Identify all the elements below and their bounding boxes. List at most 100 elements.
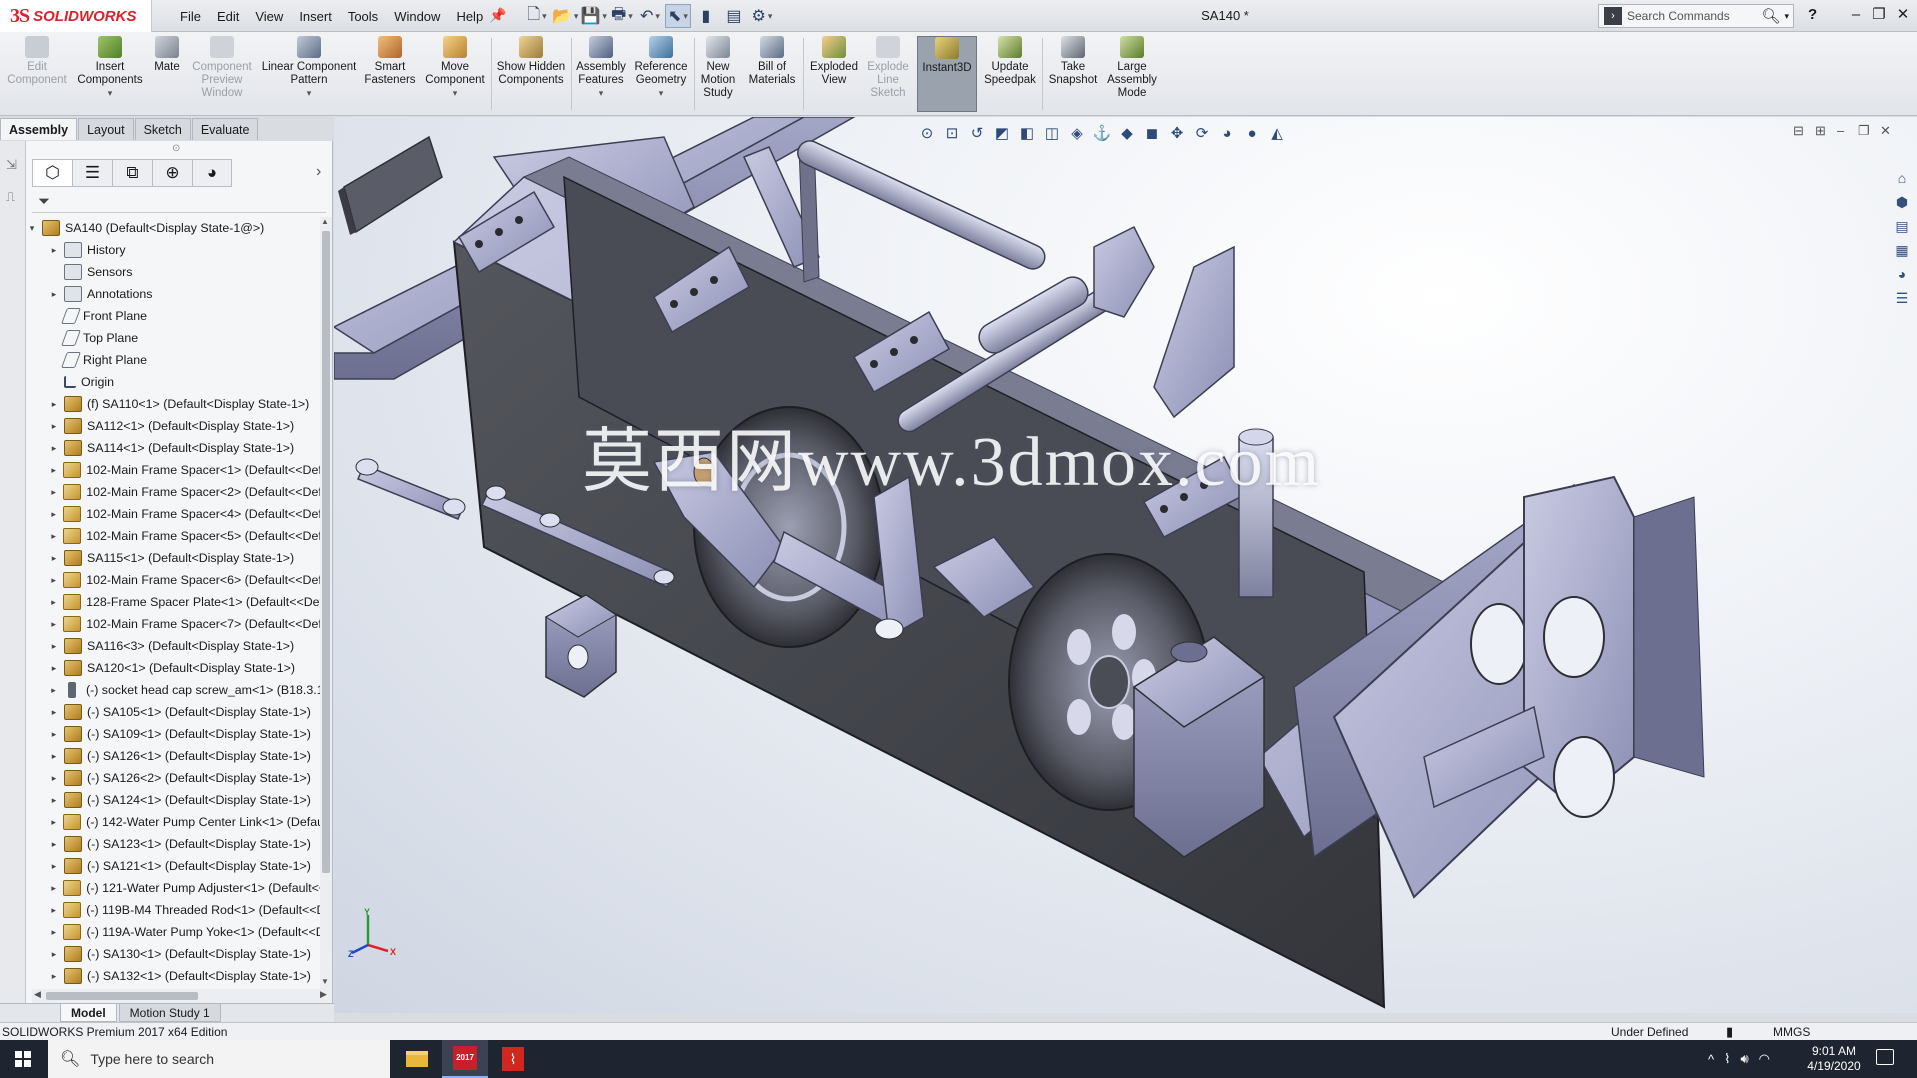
- tree-item[interactable]: ▸ 128-Frame Spacer Plate<1> (Default<<Def…: [26, 591, 320, 613]
- file-explorer-icon[interactable]: ▦: [1891, 240, 1913, 260]
- options-gear-icon[interactable]: ⚙: [749, 4, 775, 28]
- menu-file[interactable]: File: [172, 9, 209, 24]
- viewport-minimize-icon[interactable]: –: [1837, 123, 1844, 138]
- property-manager-tab-icon[interactable]: ☰: [72, 159, 112, 187]
- tree-item[interactable]: ▸ History: [26, 239, 320, 261]
- viewport-split-icon[interactable]: ⊞: [1815, 123, 1826, 139]
- help-icon[interactable]: ?: [1808, 6, 1817, 23]
- view-settings-icon[interactable]: ●: [1241, 122, 1263, 144]
- tab-model[interactable]: Model: [60, 1004, 117, 1022]
- menu-tools[interactable]: Tools: [340, 9, 386, 24]
- search-icon[interactable]: 🔍︎: [1761, 7, 1780, 25]
- appearances-scenes-icon[interactable]: ◕: [1891, 264, 1913, 284]
- dynamic-annotation-icon[interactable]: ◧: [1016, 122, 1038, 144]
- zoom-to-area-icon[interactable]: ⊡: [941, 122, 963, 144]
- scroll-up-arrow[interactable]: ▲: [321, 217, 329, 226]
- sketch-toggle-icon[interactable]: ⎍: [6, 189, 15, 205]
- tree-item[interactable]: Front Plane: [26, 305, 320, 327]
- tree-filter-row[interactable]: ⏷: [32, 191, 326, 213]
- chevron-right-icon[interactable]: ›: [316, 163, 321, 181]
- large-assembly-mode-button[interactable]: Large Assembly Mode: [1104, 36, 1160, 100]
- reference-geometry-button[interactable]: Reference Geometry ▾: [632, 36, 690, 100]
- exploded-view-button[interactable]: Exploded View: [806, 36, 862, 87]
- tree-item[interactable]: ▸ (-) 119A-Water Pump Yoke<1> (Default<<D…: [26, 921, 320, 943]
- tree-item[interactable]: ▸ 102-Main Frame Spacer<2> (Default<<Defa…: [26, 481, 320, 503]
- minimize-button[interactable]: –: [1844, 4, 1868, 26]
- tree-item[interactable]: ▸ (-) SA132<1> (Default<Display State-1>): [26, 965, 320, 987]
- tree-item[interactable]: ▸ (-) socket head cap screw_am<1> (B18.3.…: [26, 679, 320, 701]
- select-cursor-icon[interactable]: ⬉: [664, 4, 691, 28]
- tab-sketch[interactable]: Sketch: [134, 118, 191, 140]
- close-button[interactable]: ✕: [1891, 4, 1915, 26]
- assembly-features-button[interactable]: Assembly Features ▾: [574, 36, 628, 100]
- tree-expand-arrow[interactable]: ▸: [48, 839, 60, 850]
- tab-motion-study[interactable]: Motion Study 1: [118, 1004, 221, 1022]
- tree-item[interactable]: ▸ 102-Main Frame Spacer<1> (Default<<Defa…: [26, 459, 320, 481]
- display-manager-tab-icon[interactable]: ◕: [192, 159, 232, 187]
- tree-expand-arrow[interactable]: ▸: [48, 619, 59, 630]
- tree-expand-arrow[interactable]: ▸: [48, 465, 59, 476]
- appearance-color-icon[interactable]: ◕: [1216, 122, 1238, 144]
- tree-expand-arrow[interactable]: ▸: [48, 663, 60, 674]
- tree-item[interactable]: ▸ 102-Main Frame Spacer<4> (Default<<Defa…: [26, 503, 320, 525]
- tree-item[interactable]: ▸ SA120<1> (Default<Display State-1>): [26, 657, 320, 679]
- menu-view[interactable]: View: [247, 9, 291, 24]
- tree-expand-arrow[interactable]: ▸: [48, 487, 59, 498]
- tree-item[interactable]: ▸ SA114<1> (Default<Display State-1>): [26, 437, 320, 459]
- view-orientation-icon[interactable]: ◫: [1041, 122, 1063, 144]
- component-preview-window-button[interactable]: Component Preview Window: [188, 36, 256, 100]
- pin-menu-icon[interactable]: 📌: [489, 7, 506, 24]
- tree-item[interactable]: Origin: [26, 371, 320, 393]
- assembly-model-render[interactable]: [334, 117, 1917, 1013]
- tree-expand-arrow[interactable]: ▸: [48, 861, 60, 872]
- tree-expand-arrow[interactable]: ▸: [48, 795, 60, 806]
- tree-item[interactable]: ▸ SA115<1> (Default<Display State-1>): [26, 547, 320, 569]
- acrobat-taskbar-icon[interactable]: ⌇: [490, 1040, 536, 1078]
- tree-item[interactable]: ▸ 102-Main Frame Spacer<6> (Default<<Defa…: [26, 569, 320, 591]
- tab-evaluate[interactable]: Evaluate: [191, 118, 259, 140]
- chevron-down-icon[interactable]: ▾: [632, 87, 690, 100]
- show-hidden-components-button[interactable]: Show Hidden Components: [494, 36, 568, 87]
- tree-item[interactable]: Top Plane: [26, 327, 320, 349]
- menu-insert[interactable]: Insert: [291, 9, 340, 24]
- rebuild-icon[interactable]: ▮: [693, 4, 719, 28]
- tree-item[interactable]: Right Plane: [26, 349, 320, 371]
- open-icon[interactable]: 📂: [552, 4, 578, 28]
- new-document-icon[interactable]: 🗋: [524, 4, 550, 28]
- tree-expand-arrow[interactable]: ▸: [48, 553, 60, 564]
- scroll-right-arrow[interactable]: ▶: [320, 989, 327, 1000]
- tree-item[interactable]: ▸ (-) 142-Water Pump Center Link<1> (Defa…: [26, 811, 320, 833]
- tree-expand-arrow[interactable]: ▸: [48, 443, 60, 454]
- tree-item[interactable]: Sensors: [26, 261, 320, 283]
- restore-button[interactable]: ❐: [1867, 4, 1891, 26]
- tree-item[interactable]: ▸ (-) SA124<1> (Default<Display State-1>): [26, 789, 320, 811]
- configuration-manager-tab-icon[interactable]: ⧉: [112, 159, 152, 187]
- volume-icon[interactable]: 🔊︎: [1740, 1051, 1748, 1067]
- tree-item[interactable]: ▸ (-) SA105<1> (Default<Display State-1>): [26, 701, 320, 723]
- file-properties-icon[interactable]: ▤: [721, 4, 747, 28]
- tree-expand-arrow[interactable]: ▸: [48, 575, 59, 586]
- chevron-down-icon[interactable]: ▾: [1784, 11, 1789, 22]
- tree-expand-arrow[interactable]: ▸: [48, 509, 59, 520]
- tree-item[interactable]: ▸ 102-Main Frame Spacer<7> (Default<<Defa…: [26, 613, 320, 635]
- filter-icon[interactable]: ⏷: [38, 193, 50, 210]
- chevron-down-icon[interactable]: ▾: [74, 87, 146, 100]
- new-motion-study-button[interactable]: New Motion Study: [697, 36, 739, 100]
- scrollbar-thumb[interactable]: [46, 992, 198, 1000]
- search-commands-box[interactable]: › Search Commands 🔍︎ ▾: [1598, 4, 1794, 28]
- tree-expand-arrow[interactable]: ▾: [26, 223, 38, 234]
- taskbar-clock[interactable]: 9:01 AM 4/19/2020: [1804, 1044, 1864, 1074]
- move-component-button[interactable]: Move Component ▾: [422, 36, 488, 100]
- tree-item[interactable]: ▸ 102-Main Frame Spacer<5> (Default<<Defa…: [26, 525, 320, 547]
- solidworks-logo[interactable]: 3S SOLIDWORKS: [0, 0, 152, 32]
- chevron-down-icon[interactable]: ▾: [260, 87, 358, 100]
- edit-appearance-icon[interactable]: ◆: [1116, 122, 1138, 144]
- update-speedpak-button[interactable]: Update Speedpak: [981, 36, 1039, 87]
- hide-show-items-icon[interactable]: ⚓: [1091, 122, 1113, 144]
- tree-expand-arrow[interactable]: ▸: [48, 685, 59, 696]
- chevron-down-icon[interactable]: ▾: [422, 87, 488, 100]
- tree-expand-arrow[interactable]: ▸: [48, 883, 59, 894]
- tree-expand-arrow[interactable]: ▸: [48, 531, 59, 542]
- zoom-to-fit-icon[interactable]: ⊙: [916, 122, 938, 144]
- feature-manager-tab-icon[interactable]: ⬡: [32, 159, 72, 187]
